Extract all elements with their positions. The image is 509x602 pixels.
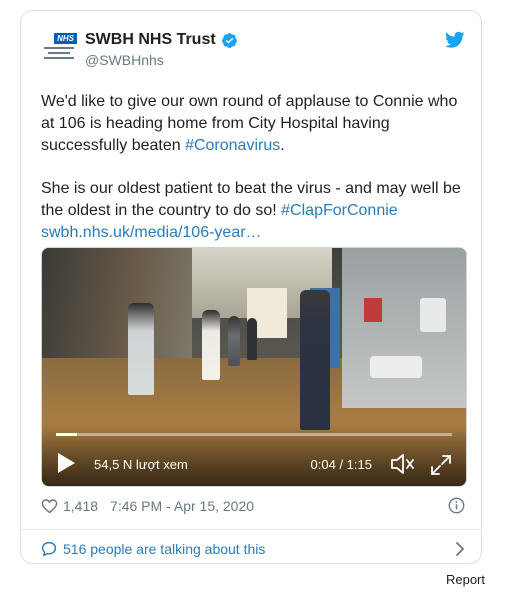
like-count[interactable]: 1,418 [63, 498, 98, 514]
logo-text-line [44, 57, 74, 59]
tweet-text-segment: . [280, 137, 285, 154]
video-scene-wall [42, 248, 192, 368]
video-scene-person [300, 290, 330, 430]
author-handle[interactable]: @SWBHnhs [85, 52, 238, 68]
tweet-paragraph-2: She is our oldest patient to beat the vi… [41, 178, 471, 244]
video-scene-dispenser [420, 298, 446, 332]
author-name[interactable]: SWBH NHS Trust [85, 31, 216, 49]
tweet-paragraph-1: We'd like to give our own round of appla… [41, 91, 471, 157]
video-scene-person [228, 316, 240, 366]
twitter-bird-icon[interactable] [445, 31, 465, 49]
report-link[interactable]: Report [446, 572, 485, 587]
video-progress-fill [56, 433, 77, 436]
tweet-timestamp[interactable]: 7:46 PM - Apr 15, 2020 [110, 498, 254, 514]
video-scene-person [128, 303, 154, 395]
video-view-count: 54,5 N lượt xem [94, 457, 188, 472]
conversation-label: 516 people are talking about this [63, 541, 266, 557]
info-icon[interactable] [448, 497, 465, 514]
chevron-right-icon [456, 542, 465, 556]
nhs-logo-badge: NHS [54, 33, 77, 44]
logo-text-line [44, 47, 74, 49]
hashtag-clapforconnie-link[interactable]: #ClapForConnie [281, 202, 398, 219]
tweet-card: NHS SWBH NHS Trust @SWBHnhs We'd like to… [20, 10, 482, 564]
video-player[interactable]: 54,5 N lượt xem 0:04 / 1:15 [41, 247, 467, 487]
divider [21, 529, 481, 530]
play-icon[interactable] [56, 452, 76, 474]
tweet-meta: 1,418 7:46 PM - Apr 15, 2020 [41, 495, 465, 517]
author-info: SWBH NHS Trust @SWBHnhs [85, 31, 238, 68]
author-avatar[interactable]: NHS [41, 33, 77, 69]
hashtag-coronavirus-link[interactable]: #Coronavirus [185, 137, 280, 154]
volume-icon[interactable] [390, 452, 416, 476]
video-controls: 54,5 N lượt xem 0:04 / 1:15 [42, 426, 466, 486]
logo-text-line [48, 52, 70, 54]
fullscreen-icon[interactable] [430, 454, 452, 476]
video-progress-bar[interactable] [56, 433, 452, 436]
verified-badge-icon [221, 32, 237, 48]
video-scene-wall [342, 248, 466, 408]
tweet-text: We'd like to give our own round of appla… [41, 91, 471, 265]
article-link[interactable]: swbh.nhs.uk/media/106-year… [41, 224, 262, 241]
video-scene-sink [370, 356, 422, 378]
conversation-link[interactable]: 516 people are talking about this [41, 538, 465, 560]
tweet-header: NHS SWBH NHS Trust @SWBHnhs [41, 27, 465, 75]
video-scene-person [247, 318, 257, 360]
video-scene-sign [364, 298, 382, 322]
comment-bubble-icon [41, 541, 57, 557]
video-scene-person [202, 310, 220, 380]
heart-icon[interactable] [41, 498, 58, 514]
video-time: 0:04 / 1:15 [310, 457, 372, 472]
